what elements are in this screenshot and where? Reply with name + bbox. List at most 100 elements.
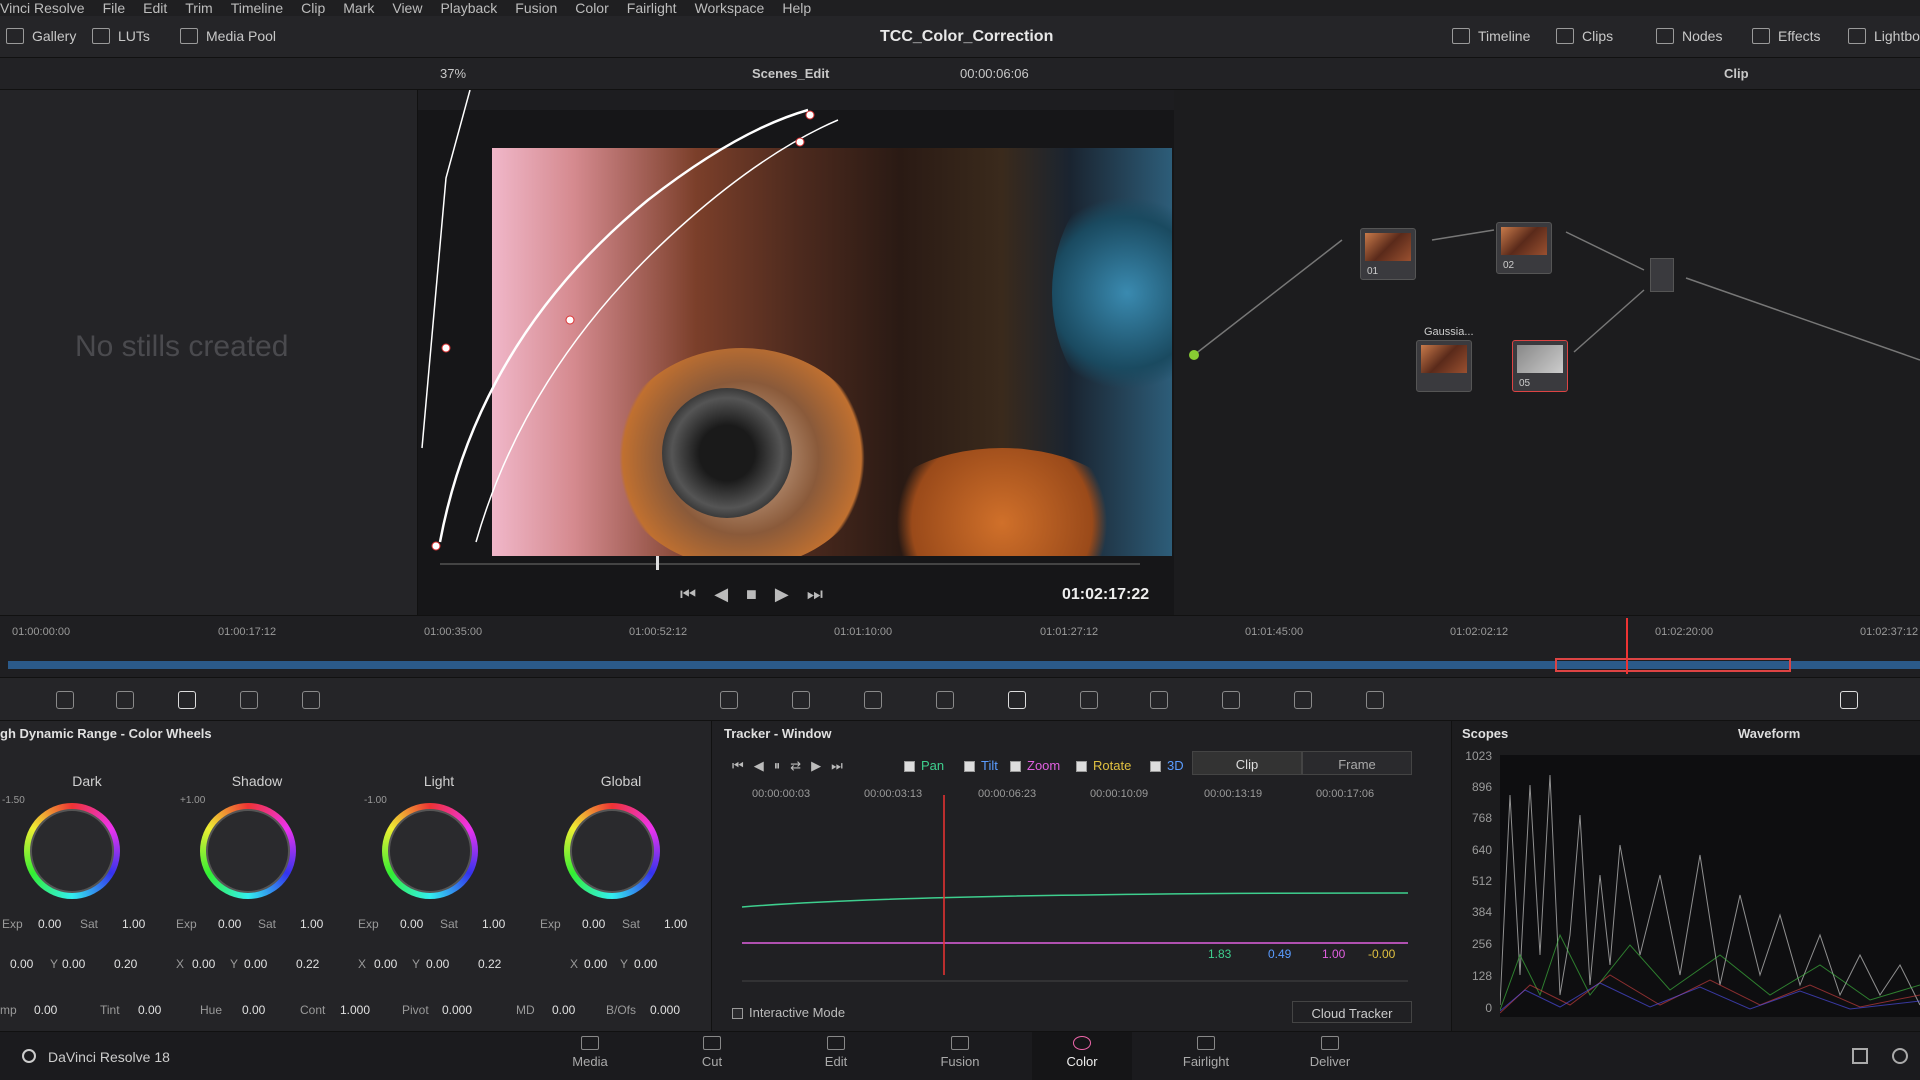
- wheel-global-x[interactable]: 0.00: [584, 957, 607, 971]
- pivot-value[interactable]: 0.000: [442, 1003, 472, 1017]
- settings-gear-icon[interactable]: [1892, 1048, 1908, 1064]
- hue-value[interactable]: 0.00: [242, 1003, 265, 1017]
- page-fusion[interactable]: Fusion: [910, 1036, 1010, 1069]
- transport-controls[interactable]: ⏮◀■▶⏭: [680, 584, 841, 605]
- motion-effects-icon[interactable]: [302, 691, 320, 709]
- camera-raw-icon[interactable]: [56, 691, 74, 709]
- wheel-shadow-control[interactable]: [200, 803, 296, 899]
- rgb-mixer-icon[interactable]: [240, 691, 258, 709]
- wheel-dark-sat[interactable]: 1.00: [122, 917, 145, 931]
- viewer-playhead[interactable]: [656, 556, 659, 570]
- page-edit[interactable]: Edit: [786, 1036, 886, 1069]
- interactive-mode-checkbox[interactable]: [732, 1008, 743, 1020]
- tracker-graph[interactable]: [712, 721, 1452, 1031]
- wheel-global-y[interactable]: 0.00: [634, 957, 657, 971]
- window-icon[interactable]: [936, 691, 954, 709]
- menu-view[interactable]: View: [392, 0, 422, 16]
- qualifier-icon[interactable]: [864, 691, 882, 709]
- color-match-icon[interactable]: [116, 691, 134, 709]
- node-02[interactable]: 02: [1496, 222, 1552, 274]
- node-mixer[interactable]: [1650, 258, 1674, 292]
- wheel-dark-control[interactable]: [24, 803, 120, 899]
- timeline-button[interactable]: Timeline: [1452, 28, 1530, 44]
- effects-button[interactable]: Effects: [1752, 28, 1821, 44]
- wheel-global-exp[interactable]: 0.00: [582, 917, 605, 931]
- wheel-global-sat[interactable]: 1.00: [664, 917, 687, 931]
- md-value[interactable]: 0.00: [552, 1003, 575, 1017]
- wheel-shadow-z[interactable]: 0.22: [296, 957, 319, 971]
- viewer-scrubber[interactable]: [440, 563, 1140, 565]
- gallery-button[interactable]: Gallery: [6, 28, 76, 44]
- curves-icon[interactable]: [720, 691, 738, 709]
- menu-file[interactable]: File: [103, 0, 126, 16]
- wheel-light-z[interactable]: 0.22: [478, 957, 501, 971]
- sizing-icon[interactable]: [1294, 691, 1312, 709]
- zoom-dropdown[interactable]: 37%: [440, 66, 466, 81]
- magic-mask-icon[interactable]: [1080, 691, 1098, 709]
- temp-value[interactable]: 0.00: [34, 1003, 57, 1017]
- wheel-light-x[interactable]: 0.00: [374, 957, 397, 971]
- cont-value[interactable]: 1.000: [340, 1003, 370, 1017]
- wheel-shadow-sat[interactable]: 1.00: [300, 917, 323, 931]
- clips-button[interactable]: Clips: [1556, 28, 1613, 44]
- menu-fairlight[interactable]: Fairlight: [627, 0, 677, 16]
- bofs-value[interactable]: 0.000: [650, 1003, 680, 1017]
- color-page-icon: [1073, 1036, 1091, 1050]
- wheel-light-sat[interactable]: 1.00: [482, 917, 505, 931]
- home-icon[interactable]: [1852, 1048, 1868, 1064]
- power-window-overlay[interactable]: [418, 90, 1174, 615]
- color-warper-icon[interactable]: [792, 691, 810, 709]
- page-fairlight[interactable]: Fairlight: [1156, 1036, 1256, 1069]
- menu-trim[interactable]: Trim: [185, 0, 212, 16]
- mini-timeline[interactable]: 01:00:00:00 01:00:17:12 01:00:35:00 01:0…: [0, 615, 1920, 677]
- sat-label: Sat: [258, 917, 277, 931]
- wheel-dark-x[interactable]: 0.00: [10, 957, 33, 971]
- node-gaussian[interactable]: [1416, 340, 1472, 392]
- menu-fusion[interactable]: Fusion: [515, 0, 557, 16]
- nodes-button[interactable]: Nodes: [1656, 28, 1722, 44]
- wheel-shadow-y[interactable]: 0.00: [244, 957, 267, 971]
- menu-workspace[interactable]: Workspace: [695, 0, 765, 16]
- page-color[interactable]: Color: [1032, 1032, 1132, 1080]
- menu-playback[interactable]: Playback: [440, 0, 497, 16]
- interactive-mode-toggle[interactable]: Interactive Mode: [732, 1005, 845, 1020]
- page-cut[interactable]: Cut: [662, 1036, 762, 1069]
- menu-help[interactable]: Help: [782, 0, 811, 16]
- key-icon[interactable]: [1222, 691, 1240, 709]
- tint-value[interactable]: 0.00: [138, 1003, 161, 1017]
- scope-type-dropdown[interactable]: Waveform: [1738, 726, 1800, 741]
- menu-clip[interactable]: Clip: [301, 0, 325, 16]
- wheel-shadow-x[interactable]: 0.00: [192, 957, 215, 971]
- page-deliver[interactable]: Deliver: [1280, 1036, 1380, 1069]
- menu-app[interactable]: Vinci Resolve: [0, 0, 85, 16]
- media-pool-button[interactable]: Media Pool: [180, 28, 276, 44]
- node-editor[interactable]: 01 02 Gaussia... 05: [1174, 90, 1920, 615]
- wheel-light-y[interactable]: 0.00: [426, 957, 449, 971]
- wheel-dark-z[interactable]: 0.20: [114, 957, 137, 971]
- 3d-icon[interactable]: [1366, 691, 1384, 709]
- node-mode-dropdown[interactable]: Clip: [1724, 66, 1749, 81]
- node-05[interactable]: 05: [1512, 340, 1568, 392]
- timeline-name-dropdown[interactable]: Scenes_Edit: [752, 66, 829, 81]
- wheel-shadow-exp[interactable]: 0.00: [218, 917, 241, 931]
- scopes-icon[interactable]: [1840, 691, 1858, 709]
- blur-icon[interactable]: [1150, 691, 1168, 709]
- node-01[interactable]: 01: [1360, 228, 1416, 280]
- menu-mark[interactable]: Mark: [343, 0, 374, 16]
- tracker-icon[interactable]: [1008, 691, 1026, 709]
- timeline-playhead[interactable]: [1626, 618, 1628, 674]
- viewer-timecode-dropdown[interactable]: 00:00:06:06: [960, 66, 1029, 81]
- menu-color[interactable]: Color: [575, 0, 608, 16]
- wheel-global-control[interactable]: [564, 803, 660, 899]
- cloud-tracker-dropdown[interactable]: Cloud Tracker: [1292, 1001, 1412, 1023]
- wheel-dark-exp[interactable]: 0.00: [38, 917, 61, 931]
- luts-button[interactable]: LUTs: [92, 28, 150, 44]
- wheel-light-exp[interactable]: 0.00: [400, 917, 423, 931]
- lightbox-button[interactable]: Lightbo: [1848, 28, 1920, 44]
- wheel-light-control[interactable]: [382, 803, 478, 899]
- wheel-dark-y[interactable]: 0.00: [62, 957, 85, 971]
- menu-timeline[interactable]: Timeline: [231, 0, 283, 16]
- page-media[interactable]: Media: [540, 1036, 640, 1069]
- hdr-wheels-icon[interactable]: [178, 691, 196, 709]
- menu-edit[interactable]: Edit: [143, 0, 167, 16]
